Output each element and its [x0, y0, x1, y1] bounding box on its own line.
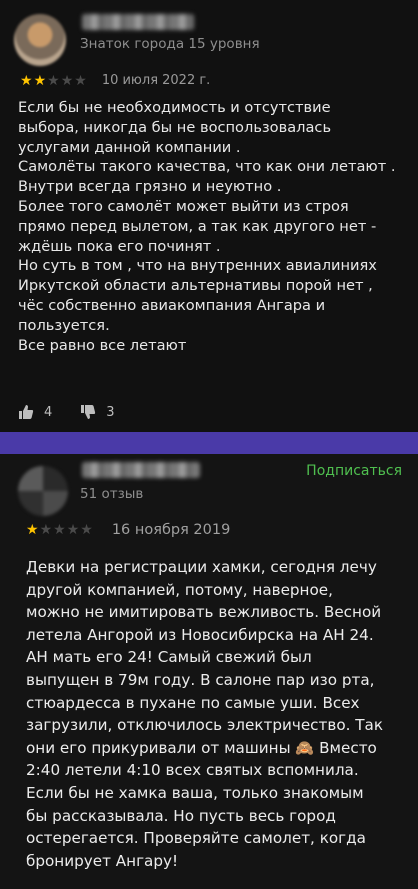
rating-row: ★ ★ ★ ★ ★ 16 ноября 2019 [26, 522, 230, 538]
star-icon: ★ [26, 522, 39, 538]
star-icon: ★ [33, 72, 47, 89]
review-line: пользуется. [18, 316, 110, 334]
review-line: Все равно все летают [18, 336, 187, 354]
author-level: Знаток города 15 уровня [80, 36, 260, 52]
review-line: АН мать его 24! Самый свежий был [26, 648, 312, 667]
review-line: загрузили, отключилось электричество. Та… [26, 716, 384, 735]
review-line: Но суть в том , что на внутренних авиали… [18, 257, 377, 275]
like-button[interactable]: 4 [18, 404, 52, 420]
star-icon: ★ [47, 72, 60, 89]
star-icon: ★ [74, 72, 87, 89]
subscribe-button[interactable]: Подписаться [306, 463, 402, 479]
review-line: выпущен в 79м году. В салоне пар изо рта… [26, 670, 375, 689]
avatar[interactable] [18, 466, 68, 516]
like-count: 4 [44, 404, 53, 420]
dislike-button[interactable]: 3 [80, 404, 115, 420]
rating-row: ★ ★ ★ ★ ★ 10 июля 2022 г. [20, 73, 210, 88]
review-line: 2:40 летели 4:10 всех святых вспомнила. [26, 761, 359, 780]
review-line: Внутри всегда грязно и неуютно . [18, 178, 282, 196]
review-line: бы рассказывала. Но пусть весь город [26, 806, 336, 825]
review-line: выбора, никогда бы не воспользовалась [18, 118, 332, 136]
review-line: Самолёты такого качества, что как они ле… [18, 158, 396, 176]
star-icon: ★ [53, 522, 66, 538]
section-divider [0, 432, 418, 454]
review-line: летела Ангорой из Новосибирска на АН 24. [26, 625, 374, 644]
star-icon: ★ [66, 522, 80, 538]
thumbs-up-icon [19, 405, 34, 419]
review-line: чёс собственно авиакомпания Ангара и [18, 296, 326, 314]
review-line: Более того самолёт может выйти из строя [18, 197, 349, 215]
review-line: Девки на регистрации хамки, сегодня лечу [26, 558, 377, 576]
review-line: можно не имитировать вежливость. Весной [26, 603, 382, 622]
dislike-count: 3 [106, 404, 115, 420]
review-line: ждёшь пока его починят . [18, 237, 221, 255]
review-line: другой компанией, потому, наверное, [26, 580, 333, 599]
review-date: 10 июля 2022 г. [101, 73, 211, 88]
star-icon: ★ [80, 522, 93, 538]
review-date: 16 ноября 2019 [111, 522, 231, 538]
review-line: услугами данной компании . [18, 138, 241, 156]
star-icon: ★ [60, 72, 74, 89]
star-icon: ★ [20, 72, 33, 89]
review-text: Девки на регистрации хамки, сегодня лечу… [26, 556, 412, 872]
review-line: прямо перед вылетом, а так как другого н… [18, 217, 377, 235]
reviews-count: 51 отзыв [80, 486, 144, 502]
votes-row: 4 3 [18, 404, 143, 420]
review-line: Если бы не хамка ваша, только знакомым [26, 783, 364, 802]
review-line: стюардесса в пухане по самые уши. Всех [26, 693, 360, 712]
avatar[interactable] [14, 14, 66, 66]
review-text: Если бы не необходимость и отсутствие вы… [18, 98, 410, 355]
author-name-blurred[interactable] [82, 462, 200, 478]
star-icon: ★ [39, 522, 53, 538]
review-line: Иркутской области альтернативы порой нет… [18, 277, 373, 295]
review-line: бронирует Ангару! [26, 851, 179, 870]
thumbs-down-icon [81, 405, 96, 419]
review-line: они его прикуривали от машины 🙈 Вместо [26, 738, 377, 757]
review-line: остерегается. Проверяйте самолет, когда [26, 829, 366, 848]
review-line: Если бы не необходимость и отсутствие [18, 99, 331, 116]
author-name-blurred[interactable] [82, 14, 194, 30]
